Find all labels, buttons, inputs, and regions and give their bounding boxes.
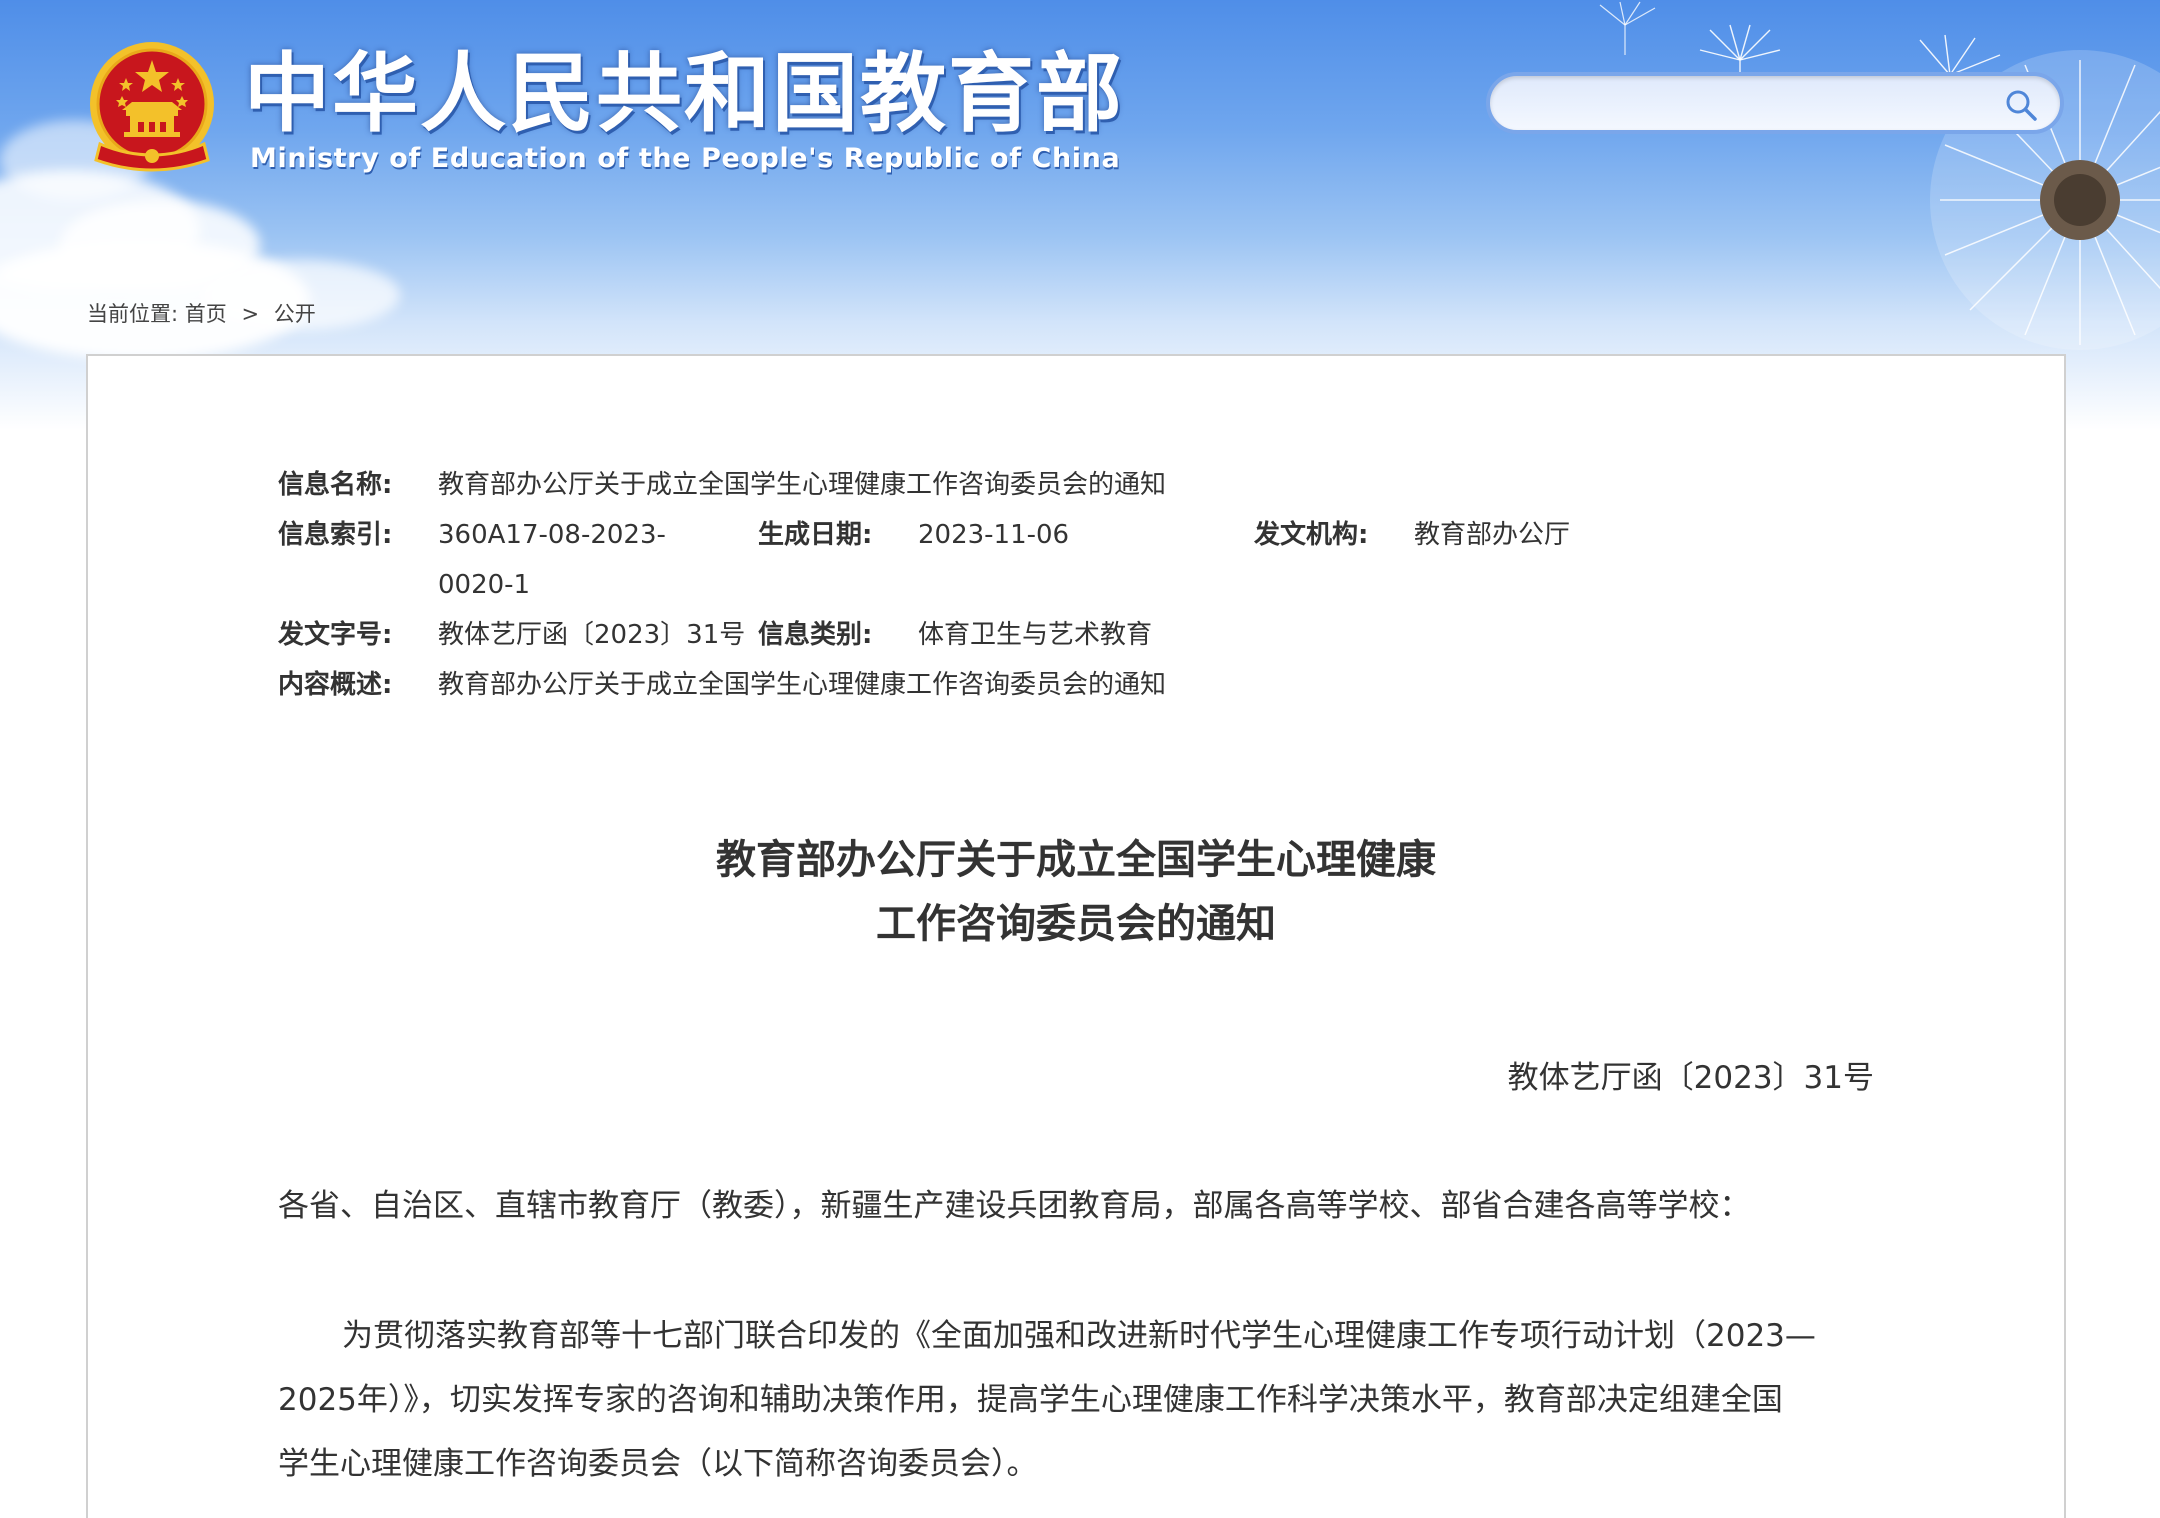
meta-summary-value: 教育部办公厅关于成立全国学生心理健康工作咨询委员会的通知 xyxy=(438,670,1167,700)
breadcrumb-prefix: 当前位置: xyxy=(87,302,179,326)
meta-index-value: 360A17-08-2023- xyxy=(438,520,666,550)
document-title-line: 教育部办公厅关于成立全国学生心理健康 xyxy=(716,837,1436,883)
meta-category-label: 信息类别: xyxy=(758,620,873,650)
breadcrumb-link-public[interactable]: 公开 xyxy=(274,302,316,326)
meta-date-value: 2023-11-06 xyxy=(918,520,1070,550)
meta-index-value-cont: 0020-1 xyxy=(438,570,531,600)
meta-name-label: 信息名称: xyxy=(278,470,393,500)
meta-name-value: 教育部办公厅关于成立全国学生心理健康工作咨询委员会的通知 xyxy=(438,470,1167,500)
breadcrumb: 当前位置: 首页 > 公开 xyxy=(87,298,316,328)
meta-row-index: 信息索引: 360A17-08-2023- 生成日期: 2023-11-06 发… xyxy=(278,510,1878,560)
seed-decoration xyxy=(1599,1,1656,55)
national-emblem-icon xyxy=(90,42,214,172)
paragraph-line: 学生心理健康工作咨询委员会（以下简称咨询委员会）。 xyxy=(278,1446,1038,1482)
meta-date-label: 生成日期: xyxy=(758,520,873,550)
meta-index-label: 信息索引: xyxy=(278,520,393,550)
meta-row-name: 信息名称: 教育部办公厅关于成立全国学生心理健康工作咨询委员会的通知 xyxy=(278,460,1878,510)
article-container: 信息名称: 教育部办公厅关于成立全国学生心理健康工作咨询委员会的通知 信息索引:… xyxy=(86,354,2066,1518)
document-salutation: 各省、自治区、直辖市教育厅（教委），新疆生产建设兵团教育局，部属各高等学校、部省… xyxy=(278,1188,1751,1224)
paragraph-line: 2025年）》，切实发挥专家的咨询和辅助决策作用，提高学生心理健康工作科学决策水… xyxy=(278,1382,1783,1418)
site-title-en[interactable]: Ministry of Education of the People's Re… xyxy=(250,143,1120,174)
meta-org-value: 教育部办公厅 xyxy=(1414,520,1571,550)
document-title-line: 工作咨询委员会的通知 xyxy=(876,901,1276,947)
search-box[interactable] xyxy=(1486,72,2064,134)
meta-row-summary: 内容概述: 教育部办公厅关于成立全国学生心理健康工作咨询委员会的通知 xyxy=(278,660,1878,710)
meta-category-value: 体育卫生与艺术教育 xyxy=(918,620,1153,650)
search-icon[interactable] xyxy=(2004,88,2038,122)
meta-docno-label: 发文字号: xyxy=(278,620,393,650)
breadcrumb-separator: > xyxy=(241,302,260,326)
document-paragraph: 为贯彻落实教育部等十七部门联合印发的《全面加强和改进新时代学生心理健康工作专项行… xyxy=(278,1304,1898,1496)
info-metadata: 信息名称: 教育部办公厅关于成立全国学生心理健康工作咨询委员会的通知 信息索引:… xyxy=(278,460,1878,710)
search-input[interactable] xyxy=(1518,82,1988,124)
paragraph-line: 为贯彻落实教育部等十七部门联合印发的《全面加强和改进新时代学生心理健康工作专项行… xyxy=(342,1318,1816,1354)
site-title-cn[interactable]: 中华人民共和国教育部 xyxy=(244,44,1124,144)
document-number: 教体艺厅函〔2023〕31号 xyxy=(1507,1060,1874,1096)
meta-summary-label: 内容概述: xyxy=(278,670,393,700)
meta-row-docno: 发文字号: 教体艺厅函〔2023〕31号 信息类别: 体育卫生与艺术教育 xyxy=(278,610,1878,660)
meta-docno-value: 教体艺厅函〔2023〕31号 xyxy=(438,620,746,650)
document-title: 教育部办公厅关于成立全国学生心理健康 工作咨询委员会的通知 xyxy=(88,828,2064,956)
meta-row-index-cont: 0020-1 xyxy=(278,560,1878,610)
page: 中华人民共和国教育部 Ministry of Education of the … xyxy=(0,0,2160,1518)
breadcrumb-link-home[interactable]: 首页 xyxy=(185,302,227,326)
meta-org-label: 发文机构: xyxy=(1254,520,1369,550)
